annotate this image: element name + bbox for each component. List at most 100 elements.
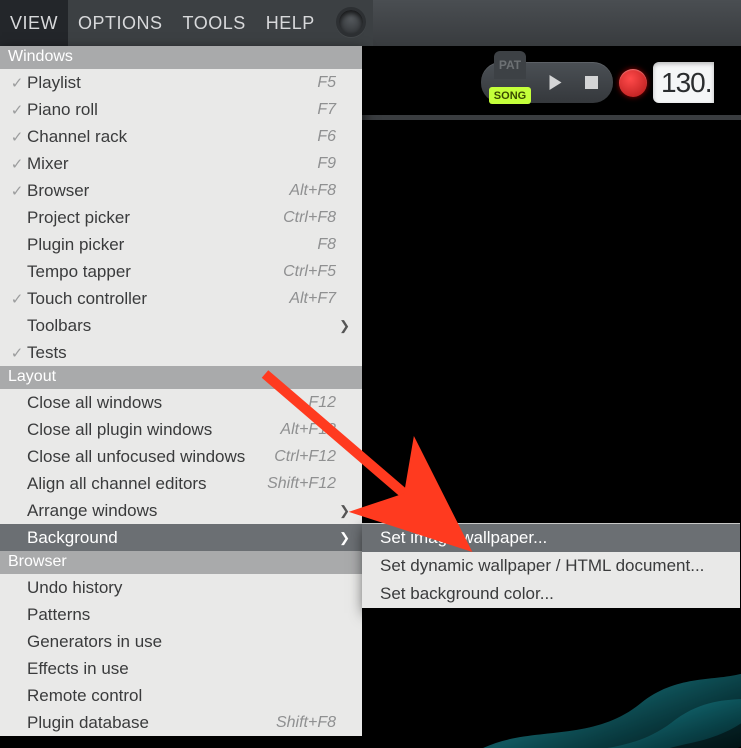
menu-section-header: Browser [0,551,362,574]
menu-item-label: Align all channel editors [26,474,262,494]
knob-icon [336,7,366,37]
menu-options[interactable]: OPTIONS [68,0,173,46]
menu-item[interactable]: Generators in use [0,628,362,655]
smoke-background [441,623,741,748]
stop-icon [585,76,598,89]
menu-tools[interactable]: TOOLS [173,0,256,46]
checkmark-icon: ✓ [8,155,26,173]
menu-item-label: Toolbars [26,316,262,336]
menu-item-label: Playlist [26,73,262,93]
menu-item-label: Channel rack [26,127,262,147]
submenu-arrow-icon: ❯ [336,318,350,334]
stop-button[interactable] [577,69,605,97]
menu-item-label: Close all plugin windows [26,420,262,440]
menu-item[interactable]: Close all windowsF12 [0,389,362,416]
menu-item-shortcut: Alt+F8 [262,182,336,200]
menu-item-label: Mixer [26,154,262,174]
menu-item-label: Touch controller [26,289,262,309]
menubar: VIEW OPTIONS TOOLS HELP [0,0,741,46]
checkmark-icon: ✓ [8,74,26,92]
menu-item-label: Close all windows [26,393,262,413]
menu-item[interactable]: Close all plugin windowsAlt+F12 [0,416,362,443]
menu-item[interactable]: Project pickerCtrl+F8 [0,204,362,231]
menu-item[interactable]: Remote control [0,682,362,709]
menu-item-shortcut: Shift+F12 [262,475,336,493]
menu-item[interactable]: ✓PlaylistF5 [0,69,362,96]
menu-item[interactable]: Undo history [0,574,362,601]
menu-item[interactable]: Toolbars ❯ [0,312,362,339]
menu-item[interactable]: Arrange windows ❯ [0,497,362,524]
checkmark-icon: ✓ [8,128,26,146]
menu-item-label: Piano roll [26,100,262,120]
menu-item[interactable]: Background ❯ [0,524,362,551]
background-submenu: Set image wallpaper... Set dynamic wallpa… [362,523,740,608]
menu-item[interactable]: ✓BrowserAlt+F8 [0,177,362,204]
menu-item[interactable]: ✓MixerF9 [0,150,362,177]
menu-item-label: Generators in use [26,632,262,652]
menu-item-shortcut: F8 [262,236,336,254]
workspace [362,46,741,748]
checkmark-icon: ✓ [8,182,26,200]
menu-item[interactable]: Patterns [0,601,362,628]
menubar-spacer [373,0,741,46]
menu-item-shortcut: F6 [262,128,336,146]
play-icon [548,75,563,90]
menu-section-header: Layout [0,366,362,389]
main-volume-knob[interactable] [329,0,373,44]
pat-label: PAT [494,51,526,79]
menu-item-shortcut: Ctrl+F8 [262,209,336,227]
checkmark-icon: ✓ [8,290,26,308]
menu-item-label: Plugin picker [26,235,262,255]
submenu-arrow-icon: ❯ [336,530,350,546]
menu-item-label: Plugin database [26,713,262,733]
menu-item-label: Effects in use [26,659,262,679]
record-button[interactable] [619,69,647,97]
menu-item-label: Browser [26,181,262,201]
submenu-item[interactable]: Set dynamic wallpaper / HTML document... [362,552,740,580]
submenu-item-label: Set dynamic wallpaper / HTML document... [376,556,726,576]
song-label: SONG [489,87,531,104]
menu-item[interactable]: Close all unfocused windowsCtrl+F12 [0,443,362,470]
menu-help-label: HELP [266,13,315,34]
menu-item[interactable]: Tempo tapperCtrl+F5 [0,258,362,285]
tempo-value: 130. [661,67,712,99]
menu-help[interactable]: HELP [256,0,325,46]
menu-item-shortcut: F7 [262,101,336,119]
workspace-divider [362,115,741,120]
menu-item-shortcut: Alt+F12 [262,421,336,439]
play-button[interactable] [541,69,569,97]
menu-item-shortcut: F12 [262,394,336,412]
menu-item[interactable]: Plugin pickerF8 [0,231,362,258]
submenu-item[interactable]: Set background color... [362,580,740,608]
menu-item[interactable]: ✓Piano rollF7 [0,96,362,123]
menu-item[interactable]: Plugin databaseShift+F8 [0,709,362,736]
menu-item[interactable]: Effects in use [0,655,362,682]
menu-item-label: Undo history [26,578,262,598]
menu-item-label: Patterns [26,605,262,625]
checkmark-icon: ✓ [8,344,26,362]
view-dropdown: Windows✓PlaylistF5✓Piano rollF7✓Channel … [0,46,362,736]
menu-item-shortcut: Ctrl+F5 [262,263,336,281]
menu-item[interactable]: ✓Touch controllerAlt+F7 [0,285,362,312]
menu-item[interactable]: ✓Tests [0,339,362,366]
menu-section-header: Windows [0,46,362,69]
menu-item-label: Arrange windows [26,501,262,521]
menu-item[interactable]: Align all channel editorsShift+F12 [0,470,362,497]
tempo-display[interactable]: 130. [653,62,714,103]
menu-item-shortcut: F5 [262,74,336,92]
submenu-item-label: Set background color... [376,584,726,604]
menu-item[interactable]: ✓Channel rackF6 [0,123,362,150]
menu-item-shortcut: Alt+F7 [262,290,336,308]
menu-item-shortcut: Shift+F8 [262,714,336,732]
menu-item-label: Background [26,528,262,548]
menu-item-label: Remote control [26,686,262,706]
menu-view[interactable]: VIEW [0,0,68,46]
menu-tools-label: TOOLS [183,13,246,34]
menu-item-shortcut: Ctrl+F12 [262,448,336,466]
transport-pill: PAT SONG [481,62,613,103]
submenu-item[interactable]: Set image wallpaper... [362,524,740,552]
pattern-song-switch[interactable]: PAT SONG [489,61,531,104]
submenu-arrow-icon: ❯ [336,503,350,519]
menu-view-label: VIEW [10,13,58,34]
menu-item-label: Tempo tapper [26,262,262,282]
